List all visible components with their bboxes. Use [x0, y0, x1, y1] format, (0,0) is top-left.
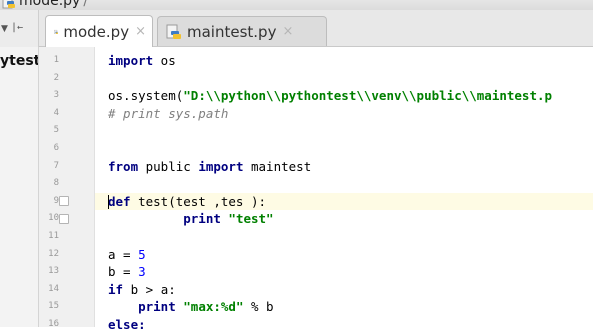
line-number: 13 [48, 266, 59, 277]
code-line: if b > a: [108, 281, 176, 298]
code-token: os [153, 53, 176, 68]
code-line: b = 3 [108, 263, 146, 280]
code-token: maintest [243, 158, 312, 174]
code-token: else: [108, 317, 146, 332]
line-number: 8 [53, 178, 59, 189]
line-number: 2 [53, 72, 59, 83]
code-token: print [108, 211, 229, 227]
project-pane: ytest [0, 47, 39, 327]
code-token: test(test ,tes ): [130, 193, 267, 209]
code-token: a = [108, 246, 139, 262]
line-number: 4 [53, 107, 59, 118]
code-token: 5 [138, 246, 146, 262]
line-number: 15 [48, 301, 59, 312]
editor-tab-bar: mode.py × maintest.py × [39, 10, 593, 47]
line-number: 5 [53, 125, 59, 136]
python-file-icon [2, 0, 15, 9]
code-token: # print sys.path [108, 105, 229, 121]
python-file-icon [54, 29, 59, 34]
python-file-icon [166, 24, 181, 39]
code-token: b = [108, 264, 139, 280]
close-icon[interactable]: × [135, 24, 146, 39]
code-token: import [108, 53, 154, 68]
code-line: from public import maintest [108, 158, 311, 175]
line-number: 6 [53, 143, 59, 153]
code-token: "max:%d" [183, 299, 244, 315]
code-token: 3 [138, 264, 146, 280]
code-token: print [108, 299, 184, 315]
project-root-item[interactable]: ytest [0, 53, 38, 69]
breadcrumb-separator: / [83, 0, 89, 9]
line-number: 10 [48, 213, 59, 224]
code-line: import os [108, 52, 176, 69]
code-line: else: [108, 316, 146, 333]
code-token: def [108, 193, 131, 209]
code-line: def test(test ,tes ): [108, 193, 266, 210]
collapse-icon[interactable]: |← [11, 22, 23, 33]
code-token: % b [243, 299, 274, 315]
line-number: 16 [48, 319, 59, 327]
fold-marker-icon[interactable] [59, 196, 69, 206]
line-number: 1 [53, 55, 59, 65]
code-line: print "test" [108, 210, 274, 227]
line-number: 9 [53, 195, 59, 206]
code-token: os.system( [108, 88, 184, 104]
code-token: from [108, 158, 139, 174]
close-icon[interactable]: × [282, 24, 293, 39]
fold-marker-icon[interactable] [59, 214, 69, 224]
line-number: 14 [48, 283, 59, 294]
tab-mode-py[interactable]: mode.py × [45, 15, 153, 47]
code-token: if [108, 281, 124, 297]
code-token: public [138, 158, 199, 174]
code-line: os.system("D:\\python\\pythontest\\venv\… [108, 87, 552, 104]
code-line: # print sys.path [108, 105, 228, 122]
breadcrumb-item-file[interactable]: mode.py / [19, 0, 88, 9]
code-token: b > a: [123, 281, 176, 297]
code-line: print "max:%d" % b [108, 298, 274, 315]
tool-strip: ▼ |← [0, 10, 39, 48]
line-number: 12 [48, 248, 59, 259]
tab-label: mode.py [63, 22, 130, 41]
line-number: 3 [53, 90, 59, 101]
line-number: 11 [48, 231, 59, 241]
text-caret [108, 195, 109, 209]
tab-maintest-py[interactable]: maintest.py × [157, 16, 327, 46]
caret-down-icon[interactable]: ▼ [1, 24, 8, 34]
code-token: import [198, 158, 244, 174]
code-line: a = 5 [108, 246, 146, 263]
code-token: "test" [228, 211, 274, 227]
line-number: 7 [53, 160, 59, 171]
line-number-gutter[interactable]: 1 2 3 4 5 6 7 8 9 10 11 12 13 14 15 16 [39, 47, 95, 327]
code-token: "D:\\python\\pythontest\\venv\\public\\m… [183, 88, 553, 104]
tab-label: maintest.py [187, 22, 277, 41]
